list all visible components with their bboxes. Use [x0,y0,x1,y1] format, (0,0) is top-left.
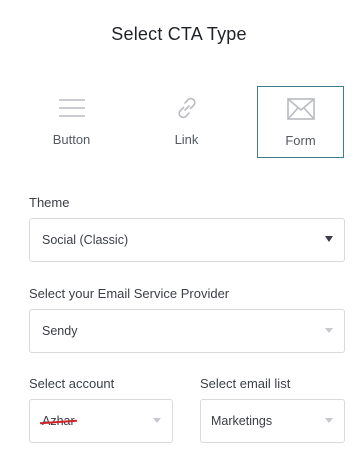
chevron-down-icon [324,234,334,244]
chevron-down-icon [152,415,162,425]
account-label: Select account [29,376,115,391]
chevron-down-icon [324,415,334,425]
cta-type-button[interactable]: Button [28,86,115,158]
email-list-select[interactable]: Marketings [200,399,345,443]
cta-type-form[interactable]: Form [257,86,344,158]
chevron-down-icon [324,325,334,335]
email-list-value: Marketings [211,414,273,428]
page-title: Select CTA Type [111,24,247,44]
email-list-label: Select email list [200,376,291,391]
cta-type-label: Form [285,133,316,148]
cta-type-label: Link [174,132,199,147]
theme-select[interactable]: Social (Classic) [29,218,345,262]
link-icon [172,96,202,120]
envelope-icon [286,97,316,121]
theme-label: Theme [29,195,70,210]
account-select[interactable]: Azhar [29,399,173,443]
menu-lines-icon [57,96,87,120]
cta-type-label: Button [52,132,91,147]
cta-type-link[interactable]: Link [143,86,230,158]
provider-label: Select your Email Service Provider [29,286,230,301]
theme-value: Social (Classic) [42,233,129,247]
provider-select[interactable]: Sendy [29,309,345,353]
account-value: Azhar [42,414,75,428]
account-value-text: Azhar [42,414,75,428]
cta-type-options: Button Link Form [28,86,344,158]
provider-value: Sendy [42,324,78,338]
